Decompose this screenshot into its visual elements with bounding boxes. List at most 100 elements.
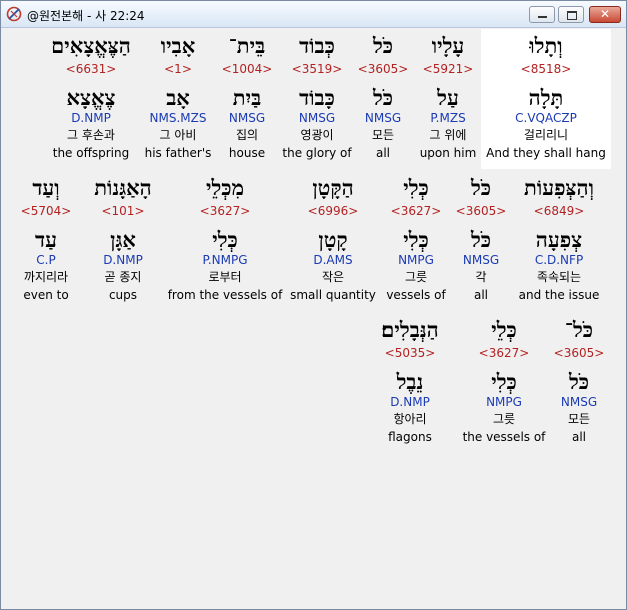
strong-number[interactable]: <3519> xyxy=(281,62,353,76)
title-bar[interactable]: @원전본해 - 사 22:24 ✕ xyxy=(1,1,626,28)
app-window: @원전본해 - 사 22:24 ✕ וְתָלוּ <8518> תָּלָה … xyxy=(0,0,627,610)
hebrew-lemma: כֹּל xyxy=(470,227,492,252)
strong-number[interactable]: <1> xyxy=(143,62,213,76)
english-gloss: small quantity xyxy=(290,288,376,302)
hebrew-lemma: בַּיִת xyxy=(232,85,262,110)
morphology-code: NMPG xyxy=(398,253,434,267)
morphology-code: NMSG xyxy=(228,111,266,125)
morphology-code: C.P xyxy=(36,253,56,267)
strong-number[interactable]: <101> xyxy=(85,204,161,218)
english-gloss: even to xyxy=(23,288,69,302)
korean-gloss: 영광이 xyxy=(300,128,334,142)
hebrew-lemma: כְּלִי xyxy=(212,227,238,252)
strong-number[interactable]: <5035> xyxy=(367,346,453,360)
word-cell[interactable]: כְּלִי <3627> כְּלִי NMPG 그릇 vessels of xyxy=(383,171,449,311)
hebrew-word: אָבִיו xyxy=(160,33,196,58)
minimize-button[interactable] xyxy=(529,6,555,23)
hebrew-lemma: תָּלָה xyxy=(528,85,564,110)
strong-number[interactable]: <3605> xyxy=(357,62,409,76)
morphology-code: NMSG xyxy=(462,253,500,267)
word-cell[interactable]: הַקָּטָן <6996> קָטָן D.AMS 작은 small qua… xyxy=(289,171,377,311)
english-gloss: the glory of xyxy=(282,146,352,160)
morphology-code: NMSG xyxy=(364,111,402,125)
hebrew-word: כְּלֵי xyxy=(491,317,517,342)
word-cell[interactable]: הַצֶּאֱצָאִים <6631> צֶאֱצָא D.NMP 그 후손과… xyxy=(45,29,137,169)
korean-gloss: 족속되는 xyxy=(536,270,582,284)
strong-number[interactable]: <6631> xyxy=(45,62,137,76)
strong-number[interactable]: <5921> xyxy=(415,62,481,76)
morphology-code: NMS.MZS xyxy=(149,111,207,125)
word-cell[interactable]: כֹּל־ <3605> כֹּל NMSG 모든 all xyxy=(553,313,605,453)
english-gloss: the vessels of xyxy=(462,430,546,444)
strong-number[interactable]: <6996> xyxy=(289,204,377,218)
word-cell[interactable]: כְּבוֹד <3519> כָּבוֹד NMSG 영광이 the glor… xyxy=(281,29,353,169)
word-cell[interactable]: כְּלֵי <3627> כְּלִי NMPG 그릇 the vessels… xyxy=(461,313,547,453)
english-gloss: all xyxy=(571,430,587,444)
hebrew-word: עָלָיו xyxy=(431,33,465,58)
close-button[interactable]: ✕ xyxy=(589,6,621,23)
word-cell[interactable]: אָבִיו <1> אָב NMS.MZS 그 아비 his father's xyxy=(143,29,213,169)
morphology-code: D.NMP xyxy=(103,253,143,267)
morphology-code: P.MZS xyxy=(430,111,466,125)
korean-gloss: 작은 xyxy=(321,270,345,284)
hebrew-word: הַנְּבָלִים׃ xyxy=(381,317,439,342)
morphology-code: NMSG xyxy=(560,395,598,409)
strong-number[interactable]: <5704> xyxy=(13,204,79,218)
korean-gloss: 모든 xyxy=(371,128,395,142)
hebrew-word: הַקָּטָן xyxy=(312,175,354,200)
korean-gloss: 그릇 xyxy=(492,412,516,426)
morphology-code: NMSG xyxy=(298,111,336,125)
hebrew-lemma: צְפִעָה xyxy=(535,227,583,252)
maximize-button[interactable] xyxy=(558,6,584,23)
hebrew-word: הַצֶּאֱצָאִים xyxy=(51,33,131,58)
strong-number[interactable]: <3627> xyxy=(461,346,547,360)
hebrew-word: כֹּל xyxy=(470,175,492,200)
hebrew-lemma: עַל xyxy=(437,85,459,110)
morphology-code: C.VQACZP xyxy=(515,111,577,125)
strong-number[interactable]: <1004> xyxy=(219,62,275,76)
morphology-code: NMPG xyxy=(486,395,522,409)
strong-number[interactable]: <6849> xyxy=(517,204,601,218)
english-gloss: all xyxy=(473,288,489,302)
hebrew-word: מִכְּלֵי xyxy=(205,175,245,200)
close-icon: ✕ xyxy=(599,7,611,21)
strong-number[interactable]: <3627> xyxy=(167,204,283,218)
hebrew-word: כְּבוֹד xyxy=(299,33,335,58)
english-gloss: all xyxy=(375,146,391,160)
hebrew-lemma: נֵבֶל xyxy=(396,369,424,394)
word-cell[interactable]: הָאַגָּנוֹת <101> אַגָּן D.NMP 곧 종지 cups xyxy=(85,171,161,311)
hebrew-word: כְּלִי xyxy=(403,175,429,200)
word-cell[interactable]: וְעַד <5704> עַד C.P 까지리라 even to xyxy=(13,171,79,311)
app-icon xyxy=(6,6,22,22)
word-cell[interactable]: וְתָלוּ <8518> תָּלָה C.VQACZP 걸리리니 And … xyxy=(481,29,611,169)
korean-gloss: 그 후손과 xyxy=(67,128,115,142)
korean-gloss: 그릇 xyxy=(404,270,428,284)
word-cell[interactable]: מִכְּלֵי <3627> כְּלִי P.NMPG 로부터 from t… xyxy=(167,171,283,311)
word-cell[interactable]: כֹּל <3605> כֹּל NMSG 각 all xyxy=(455,171,507,311)
word-cell[interactable]: הַנְּבָלִים׃ <5035> נֵבֶל D.NMP 항아리 flag… xyxy=(367,313,453,453)
korean-gloss: 그 아비 xyxy=(159,128,197,142)
hebrew-lemma: צֶאֱצָא xyxy=(66,85,116,110)
word-cell[interactable]: בֵּית־ <1004> בַּיִת NMSG 집의 house xyxy=(219,29,275,169)
korean-gloss: 로부터 xyxy=(208,270,242,284)
word-cell[interactable]: עָלָיו <5921> עַל P.MZS 그 위에 upon him xyxy=(415,29,481,169)
hebrew-lemma: עַד xyxy=(35,227,57,252)
english-gloss: vessels of xyxy=(386,288,446,302)
word-cell[interactable]: כֹּל <3605> כֹּל NMSG 모든 all xyxy=(357,29,409,169)
hebrew-lemma: קָטָן xyxy=(318,227,348,252)
maximize-icon xyxy=(567,11,577,20)
english-gloss: and the issue xyxy=(518,288,600,302)
morphology-code: D.NMP xyxy=(71,111,111,125)
korean-gloss: 집의 xyxy=(235,128,259,142)
strong-number[interactable]: <3627> xyxy=(383,204,449,218)
morphology-code: P.NMPG xyxy=(202,253,248,267)
strong-number[interactable]: <3605> xyxy=(553,346,605,360)
word-cell[interactable]: וְהַצְּפִעוֹת <6849> צְפִעָה C.D.NFP 족속되… xyxy=(517,171,601,311)
hebrew-lemma: אָב xyxy=(166,85,190,110)
english-gloss: flagons xyxy=(388,430,432,444)
english-gloss: from the vessels of xyxy=(167,288,283,302)
interlinear-panel: וְתָלוּ <8518> תָּלָה C.VQACZP 걸리리니 And … xyxy=(9,29,618,601)
korean-gloss: 그 위에 xyxy=(429,128,467,142)
strong-number[interactable]: <3605> xyxy=(455,204,507,218)
strong-number[interactable]: <8518> xyxy=(481,62,611,76)
